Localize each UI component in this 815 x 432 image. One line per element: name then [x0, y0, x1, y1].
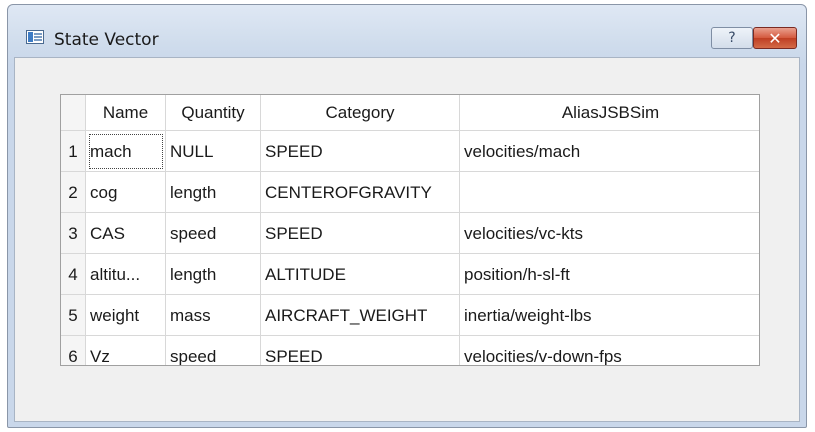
help-icon: ?: [728, 30, 736, 46]
column-header-name[interactable]: Name: [86, 95, 166, 131]
state-vector-dialog: State Vector ? ✕ Name Quantity Category …: [7, 4, 807, 428]
cell-quantity[interactable]: NULL: [166, 131, 261, 172]
row-header[interactable]: 5: [61, 295, 86, 336]
cell-alias[interactable]: velocities/mach: [460, 131, 759, 172]
state-vector-table[interactable]: Name Quantity Category AliasJSBSim 1 mach…: [60, 94, 760, 366]
close-icon: ✕: [768, 28, 782, 48]
title-bar[interactable]: State Vector ? ✕: [8, 5, 806, 57]
row-header[interactable]: 3: [61, 213, 86, 254]
column-header-category[interactable]: Category: [261, 95, 460, 131]
cell-category[interactable]: SPEED: [261, 131, 460, 172]
row-header[interactable]: 4: [61, 254, 86, 295]
cell-name[interactable]: mach: [86, 131, 166, 172]
cell-name[interactable]: cog: [86, 172, 166, 213]
cell-quantity[interactable]: speed: [166, 336, 261, 365]
window-title: State Vector: [54, 30, 159, 50]
column-header-alias[interactable]: AliasJSBSim: [460, 95, 759, 131]
help-button[interactable]: ?: [711, 27, 753, 49]
cell-quantity[interactable]: speed: [166, 213, 261, 254]
cell-name[interactable]: weight: [86, 295, 166, 336]
cell-alias[interactable]: [460, 172, 759, 213]
cell-name[interactable]: CAS: [86, 213, 166, 254]
cell-alias[interactable]: inertia/weight-lbs: [460, 295, 759, 336]
app-icon: [26, 30, 44, 44]
row-header[interactable]: 6: [61, 336, 86, 365]
column-header-quantity[interactable]: Quantity: [166, 95, 261, 131]
cell-alias[interactable]: velocities/v-down-fps: [460, 336, 759, 365]
cell-alias[interactable]: position/h-sl-ft: [460, 254, 759, 295]
cell-category[interactable]: ALTITUDE: [261, 254, 460, 295]
row-header[interactable]: 2: [61, 172, 86, 213]
cell-name[interactable]: Vz: [86, 336, 166, 365]
cell-category[interactable]: AIRCRAFT_WEIGHT: [261, 295, 460, 336]
close-button[interactable]: ✕: [753, 27, 797, 49]
cell-category[interactable]: CENTEROFGRAVITY: [261, 172, 460, 213]
row-header[interactable]: 1: [61, 131, 86, 172]
table-corner-button[interactable]: [61, 95, 86, 131]
cell-name[interactable]: altitu...: [86, 254, 166, 295]
cell-category[interactable]: SPEED: [261, 213, 460, 254]
cell-quantity[interactable]: length: [166, 172, 261, 213]
dialog-body: Name Quantity Category AliasJSBSim 1 mach…: [14, 57, 800, 422]
cell-category[interactable]: SPEED: [261, 336, 460, 365]
cell-alias[interactable]: velocities/vc-kts: [460, 213, 759, 254]
cell-quantity[interactable]: length: [166, 254, 261, 295]
cell-quantity[interactable]: mass: [166, 295, 261, 336]
